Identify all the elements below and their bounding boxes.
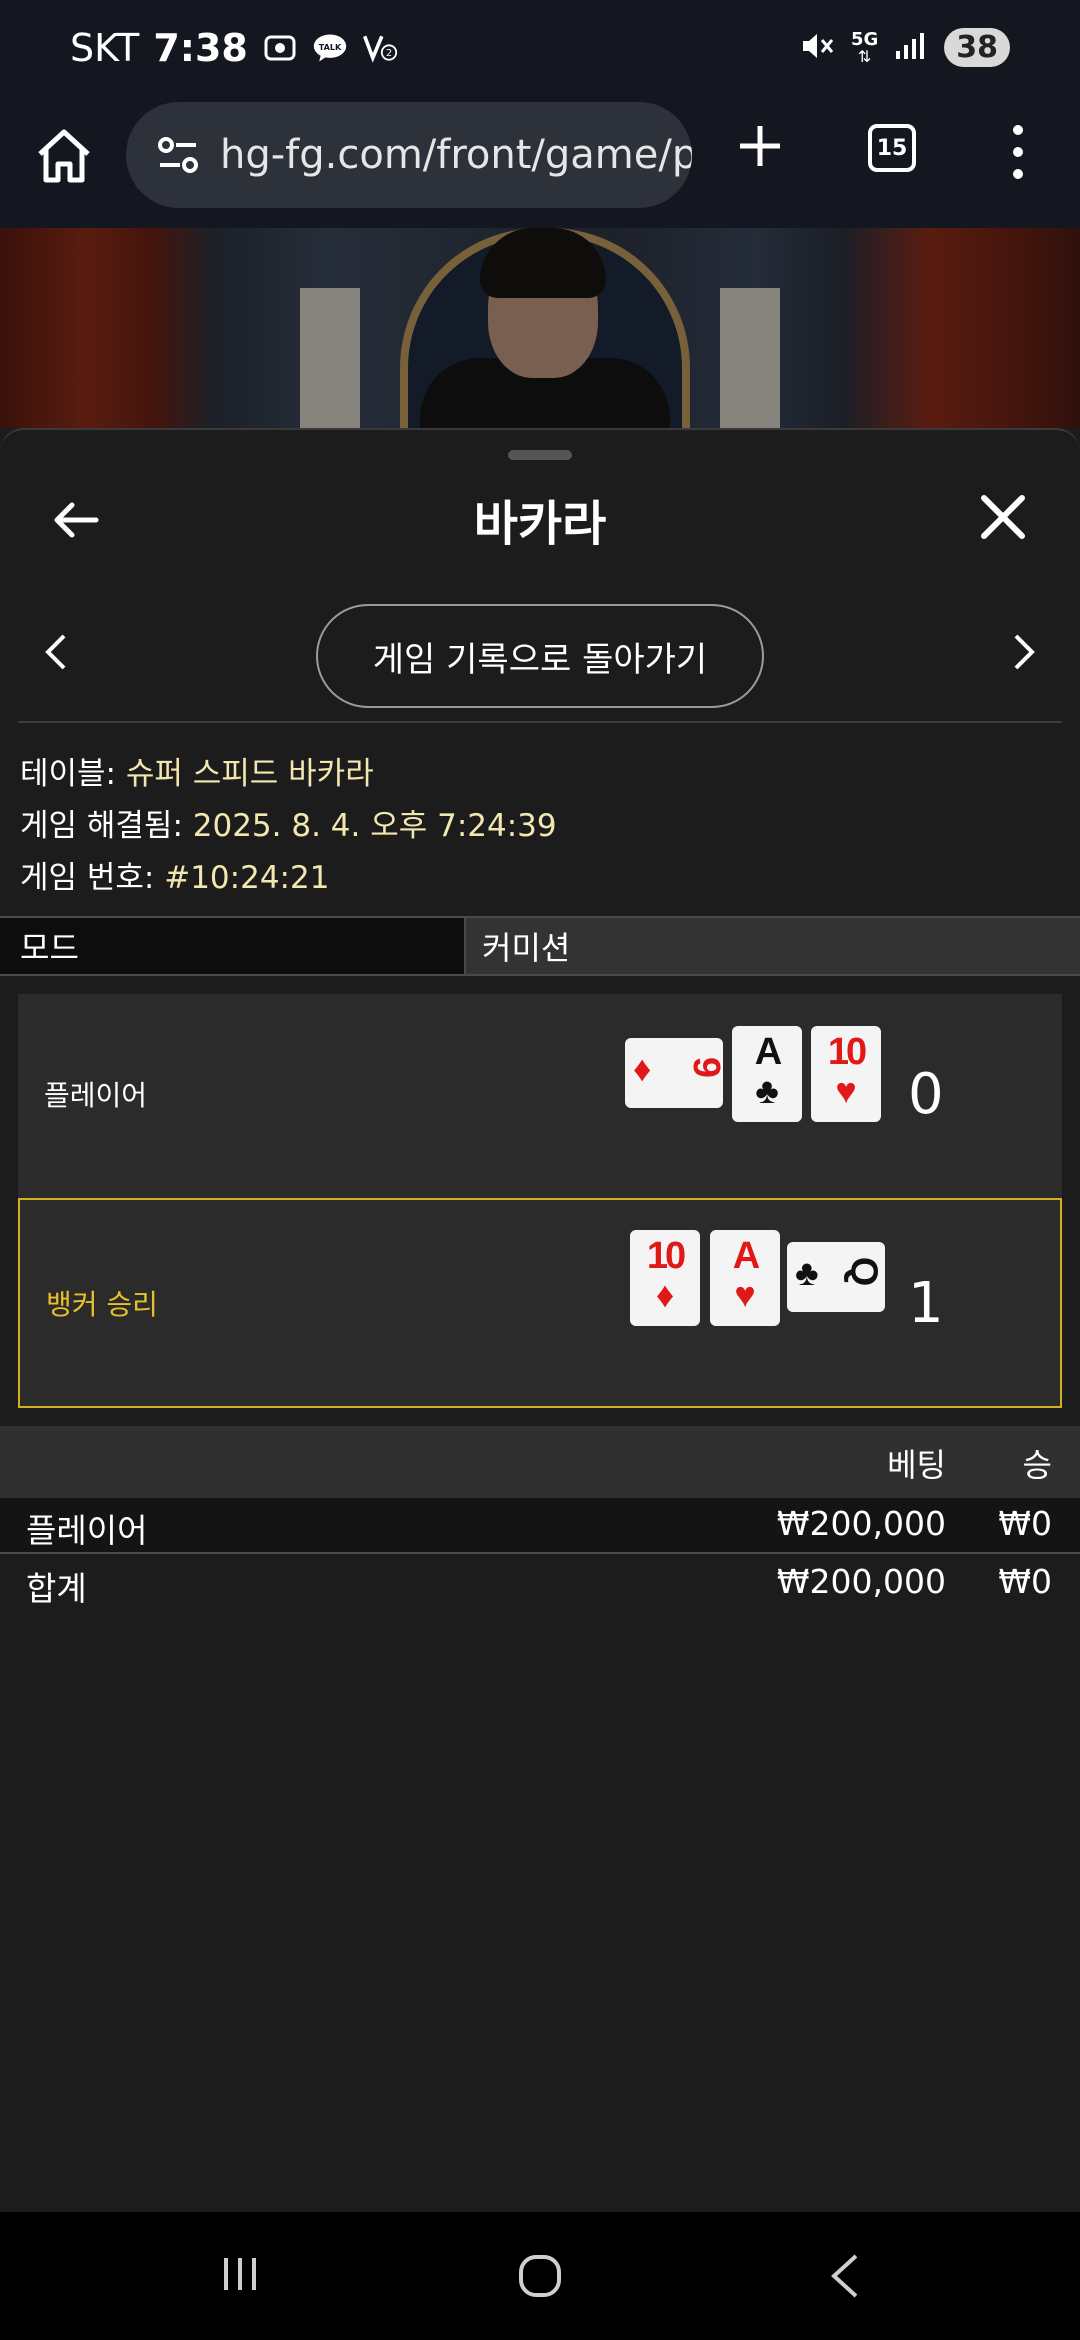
battery-indicator: 38 <box>944 28 1010 67</box>
info-game-number-value: #10:24:21 <box>164 860 330 896</box>
clock: 7:38 <box>153 26 248 70</box>
card-suit: ♥ <box>734 1274 756 1315</box>
svg-text:2: 2 <box>386 48 392 59</box>
card-suit: ♦ <box>655 1274 675 1315</box>
status-bar: SKT 7:38 TALK 2 5G ⇅ 38 <box>0 0 1080 100</box>
card-rank: A <box>754 1031 782 1073</box>
status-left: SKT 7:38 TALK 2 <box>70 26 398 70</box>
banker-card-3: Q ♣ <box>787 1242 885 1312</box>
close-icon[interactable] <box>978 492 1028 542</box>
tune-icon[interactable] <box>154 131 202 179</box>
more-vert-icon[interactable] <box>1000 120 1036 184</box>
info-settled-label: 게임 해결됨: <box>20 808 193 844</box>
info-settled-row: 게임 해결됨: 2025. 8. 4. 오후 7:24:39 <box>20 800 557 852</box>
app-notification-icon: 2 <box>362 32 398 64</box>
kakaotalk-icon: TALK <box>312 32 348 64</box>
game-info: 테이블: 슈퍼 스피드 바카라 게임 해결됨: 2025. 8. 4. 오후 7… <box>20 748 557 904</box>
card-rank: Q <box>842 1256 885 1284</box>
nav-back-icon[interactable] <box>826 2250 862 2302</box>
info-table-row: 테이블: 슈퍼 스피드 바카라 <box>20 748 557 800</box>
info-table-value: 슈퍼 스피드 바카라 <box>125 756 374 792</box>
result-box: 플레이어 9 ♦ A ♣ 10 ♥ 0 뱅커 승리 10 ♦ A ♥ Q ♣ 1 <box>18 994 1062 1408</box>
header-win: 승 <box>1022 1446 1052 1484</box>
player-hand: 플레이어 9 ♦ A ♣ 10 ♥ 0 <box>18 994 1062 1194</box>
back-to-history-button[interactable]: 게임 기록으로 돌아가기 <box>316 604 764 708</box>
card-rank: 10 <box>827 1031 867 1073</box>
banker-hand-label: 뱅커 승리 <box>46 1288 158 1321</box>
svg-text:TALK: TALK <box>319 42 342 52</box>
info-table-label: 테이블: <box>20 756 126 792</box>
home-icon[interactable] <box>30 122 98 190</box>
total-row: 합계 ₩200,000 ₩0 <box>0 1556 1080 1612</box>
tab-mode[interactable]: 모드 <box>0 918 466 974</box>
header-bet: 베팅 <box>887 1446 946 1484</box>
info-game-number-label: 게임 번호: <box>20 860 165 896</box>
recent-apps-icon[interactable] <box>218 2252 262 2296</box>
info-game-number-row: 게임 번호: #10:24:21 <box>20 852 557 904</box>
system-nav-bar <box>0 2212 1080 2340</box>
live-video-backdrop <box>0 228 1080 428</box>
card-suit: ♣ <box>795 1252 819 1293</box>
banker-score: 1 <box>908 1270 944 1336</box>
plus-icon[interactable] <box>732 118 788 174</box>
card-rank: 9 <box>684 1056 727 1076</box>
banker-card-1: 10 ♦ <box>630 1230 700 1326</box>
player-card-3: 10 ♥ <box>811 1026 881 1122</box>
carrier-name: SKT <box>70 26 140 70</box>
mode-tab-bar: 모드 커미션 <box>0 916 1080 976</box>
player-card-2: A ♣ <box>732 1026 802 1122</box>
mute-icon <box>799 29 835 67</box>
status-right: 5G ⇅ 38 <box>799 28 1010 67</box>
tab-commission[interactable]: 커미션 <box>466 918 1080 974</box>
browser-toolbar: hg-fg.com/front/game/p 15 <box>0 100 1080 228</box>
table-row: 플레이어 ₩200,000 ₩0 <box>0 1498 1080 1554</box>
address-bar[interactable]: hg-fg.com/front/game/p <box>126 102 692 208</box>
sheet-title: 바카라 <box>473 496 607 552</box>
chevron-right-icon[interactable] <box>1012 632 1036 672</box>
card-suit: ♦ <box>633 1048 652 1089</box>
tabs-icon[interactable]: 15 <box>868 124 916 172</box>
screenshot-icon <box>262 32 298 64</box>
game-detail-sheet: 바카라 게임 기록으로 돌아가기 테이블: 슈퍼 스피드 바카라 게임 해결됨:… <box>0 428 1080 2212</box>
player-score: 0 <box>908 1061 944 1127</box>
chevron-left-icon[interactable] <box>44 632 68 672</box>
nav-home-icon[interactable] <box>516 2252 564 2300</box>
info-settled-value: 2025. 8. 4. 오후 7:24:39 <box>192 808 557 844</box>
sheet-drag-handle[interactable] <box>508 450 572 460</box>
card-rank: A <box>732 1235 760 1277</box>
player-card-1: 9 ♦ <box>625 1038 727 1108</box>
bet-table-header: 베팅 승 <box>0 1426 1080 1498</box>
total-label: 합계 <box>26 1569 87 1608</box>
card-suit: ♥ <box>835 1070 857 1111</box>
total-bet-amount: ₩200,000 <box>776 1562 946 1601</box>
win-amount: ₩0 <box>998 1504 1052 1543</box>
divider <box>18 721 1062 723</box>
card-suit: ♣ <box>755 1070 779 1111</box>
player-hand-label: 플레이어 <box>44 1079 148 1112</box>
bet-name: 플레이어 <box>26 1511 148 1550</box>
card-rank: 10 <box>646 1235 686 1277</box>
banker-card-2: A ♥ <box>710 1230 780 1326</box>
video-dim-overlay <box>0 228 1080 428</box>
network-icon: 5G ⇅ <box>850 28 879 66</box>
bet-amount: ₩200,000 <box>776 1504 946 1543</box>
url-text[interactable]: hg-fg.com/front/game/p <box>220 132 692 178</box>
banker-hand: 뱅커 승리 10 ♦ A ♥ Q ♣ 1 <box>18 1198 1062 1408</box>
total-win-amount: ₩0 <box>998 1562 1052 1601</box>
signal-icon <box>894 31 928 65</box>
network-type: 5G <box>850 28 879 50</box>
